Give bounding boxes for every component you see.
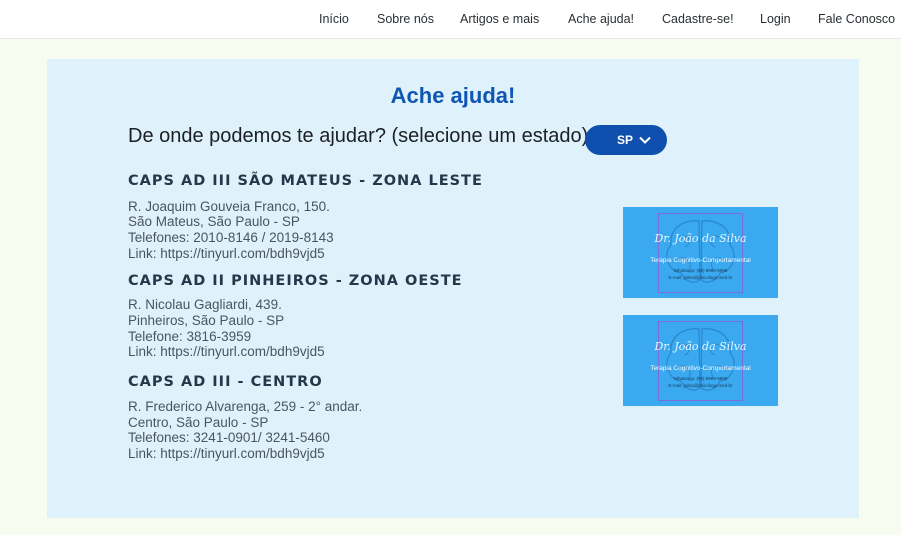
help-panel: Ache ajuda! De onde podemos te ajudar? (… [47,59,859,518]
state-question: De onde podemos te ajudar? (selecione um… [128,125,589,147]
state-select-button[interactable]: SP [585,125,667,155]
center-name: CAPS AD III SÃO MATEUS - ZONA LESTE [128,173,483,189]
center-link[interactable]: Link: https://tinyurl.com/bdh9vjd5 [128,446,325,461]
card-professional-name: Dr. João da Silva [654,232,747,245]
professional-card[interactable]: Dr. João da Silva Terapia Cognitivo-Comp… [623,315,778,406]
top-navigation: Início Sobre nós Artigos e mais Ache aju… [0,0,901,39]
center-link[interactable]: Link: https://tinyurl.com/bdh9vjd5 [128,344,325,359]
center-address: R. Joaquim Gouveia Franco, 150. [128,199,330,214]
nav-link-ache-ajuda[interactable]: Ache ajuda! [568,12,634,26]
card-whatsapp: Whatsapp: (99) 9999-9999 [673,268,728,273]
page-title: Ache ajuda! [390,83,516,108]
center-phone: Telefone: 3816-3959 [128,329,252,344]
nav-link-inicio[interactable]: Início [319,12,349,26]
brain-icon [659,213,742,296]
center-address: R. Nicolau Gagliardi, 439. [128,297,282,312]
nav-link-cadastre-se[interactable]: Cadastre-se! [662,12,734,26]
card-whatsapp: Whatsapp: (99) 9999-9999 [673,376,728,381]
center-address: R. Frederico Alvarenga, 259 - 2° andar. [128,399,363,414]
center-phone: Telefones: 2010-8146 / 2019-8143 [128,230,334,245]
card-specialty: Terapia Cognitivo-Comportamental [650,365,751,372]
center-name: CAPS AD II PINHEIROS - ZONA OESTE [128,273,463,289]
card-email: E-mail: jsilva@psicologo.med.br [668,383,733,388]
card-professional-name: Dr. João da Silva [654,340,747,353]
center-link[interactable]: Link: https://tinyurl.com/bdh9vjd5 [128,246,325,261]
nav-link-fale-conosco[interactable]: Fale Conosco [818,12,895,26]
brain-icon [659,321,742,404]
center-name: CAPS AD III - CENTRO [128,374,323,390]
nav-link-login[interactable]: Login [760,12,791,26]
nav-link-sobre-nos[interactable]: Sobre nós [377,12,434,26]
card-specialty: Terapia Cognitivo-Comportamental [650,257,751,264]
card-email: E-mail: jsilva@psicologo.med.br [668,275,733,280]
professional-card[interactable]: Dr. João da Silva Terapia Cognitivo-Comp… [623,207,778,298]
center-city: Centro, São Paulo - SP [128,415,269,430]
center-city: Pinheiros, São Paulo - SP [128,313,285,328]
center-phone: Telefones: 3241-0901/ 3241-5460 [128,430,330,445]
chevron-down-icon [639,134,651,148]
center-city: São Mateus, São Paulo - SP [128,214,300,229]
nav-link-artigos[interactable]: Artigos e mais [460,12,539,26]
state-select-value: SP [617,133,634,147]
